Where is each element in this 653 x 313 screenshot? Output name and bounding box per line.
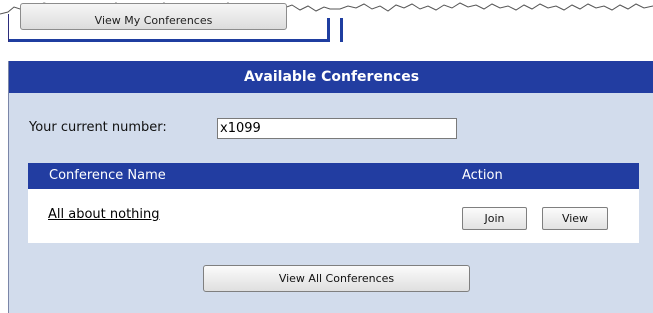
view-button[interactable]: View <box>542 207 608 230</box>
available-conferences-panel: Available Conferences Your current numbe… <box>8 61 653 313</box>
column-header-action: Action <box>462 168 503 183</box>
table-row: All about nothing Join View <box>28 189 639 243</box>
join-button[interactable]: Join <box>462 207 527 230</box>
view-my-conferences-button[interactable]: View My Conferences <box>20 3 287 30</box>
conference-table-header: Conference Name Action <box>28 163 639 189</box>
panel-title: Available Conferences <box>9 61 653 93</box>
view-all-conferences-button[interactable]: View All Conferences <box>203 265 470 292</box>
tab-separator-left <box>327 18 330 42</box>
tab-bar-underline <box>9 39 330 42</box>
tab-frame-left-edge <box>8 14 9 42</box>
current-number-label: Your current number: <box>29 120 167 135</box>
conference-name-link[interactable]: All about nothing <box>48 207 160 222</box>
conference-table: Conference Name Action All about nothing… <box>28 163 639 243</box>
column-header-conference-name: Conference Name <box>49 168 166 183</box>
current-number-input[interactable] <box>217 118 457 139</box>
tab-separator-right <box>340 18 343 42</box>
torn-top-strip: View My Conferences <box>0 0 653 52</box>
